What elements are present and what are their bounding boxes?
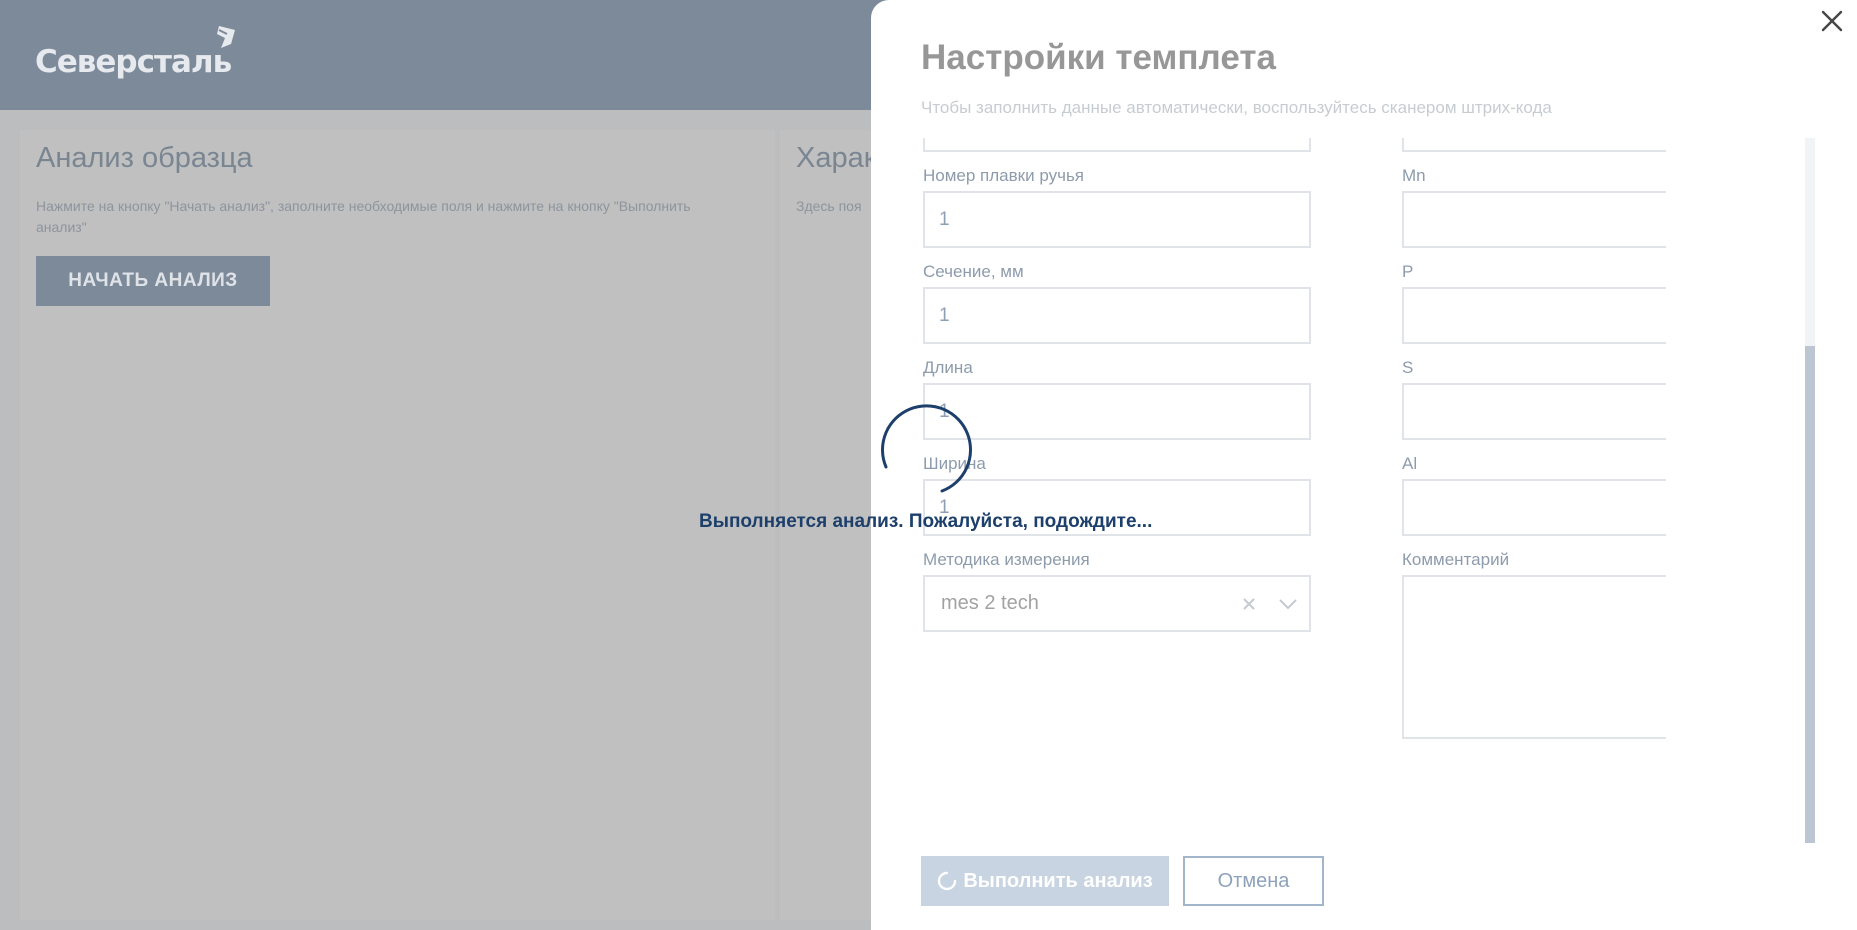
field-label: P xyxy=(1402,262,1414,281)
chevron-down-icon[interactable] xyxy=(1279,597,1297,611)
modal-title: Настройки темплета xyxy=(921,38,1276,77)
run-button-label: Выполнить анализ xyxy=(963,869,1153,892)
s-input[interactable] xyxy=(1402,383,1666,440)
card-title: Харак xyxy=(796,142,877,174)
comment-textarea[interactable] xyxy=(1402,575,1666,739)
melt-number-input[interactable] xyxy=(923,191,1311,248)
card-description: Здесь поя xyxy=(796,198,862,214)
form-field: Al xyxy=(1402,452,1666,536)
al-input[interactable] xyxy=(1402,479,1666,536)
card-title: Анализ образца xyxy=(36,142,253,174)
loading-spinner-icon xyxy=(881,404,972,493)
form-field: Mn xyxy=(1402,164,1666,248)
clear-icon[interactable] xyxy=(1241,596,1257,612)
form-field: Сечение, мм xyxy=(923,260,1311,344)
input-field[interactable] xyxy=(1402,138,1666,152)
mn-input[interactable] xyxy=(1402,191,1666,248)
field-label: Комментарий xyxy=(1402,550,1510,569)
logo-mark-icon xyxy=(217,26,235,48)
loading-spinner-icon xyxy=(938,871,957,891)
close-icon xyxy=(1821,10,1843,32)
modal-subtitle: Чтобы заполнить данные автоматически, во… xyxy=(921,98,1552,117)
sample-analysis-card: Анализ образца Нажмите на кнопку "Начать… xyxy=(20,130,775,920)
field-label: Al xyxy=(1402,454,1418,473)
loading-message: Выполняется анализ. Пожалуйста, подождит… xyxy=(699,511,1153,532)
card-description: Нажмите на кнопку "Начать анализ", запол… xyxy=(36,198,691,235)
scrollbar-thumb[interactable] xyxy=(1805,346,1815,843)
form-field: P xyxy=(1402,260,1666,344)
p-input[interactable] xyxy=(1402,287,1666,344)
cancel-button[interactable]: Отмена xyxy=(1183,856,1324,906)
field-label: Методика измерения xyxy=(923,550,1090,569)
measurement-method-select[interactable]: mes 2 tech xyxy=(923,575,1311,632)
field-label: Длина xyxy=(923,358,973,377)
form-left-column: Номер плавки ручья Сечение, мм Длина Шир… xyxy=(923,138,1311,632)
form-field: S xyxy=(1402,356,1666,440)
scrollbar[interactable] xyxy=(1805,138,1815,843)
field-label: Mn xyxy=(1402,166,1426,185)
start-analysis-button[interactable]: НАЧАТЬ АНАЛИЗ xyxy=(36,256,270,306)
severstal-logo[interactable]: Северсталь xyxy=(35,26,235,80)
form-field: Комментарий xyxy=(1402,548,1666,739)
form-scroll-area[interactable]: Номер плавки ручья Сечение, мм Длина Шир… xyxy=(921,138,1666,843)
select-value: mes 2 tech xyxy=(941,592,1039,614)
run-analysis-button[interactable]: Выполнить анализ xyxy=(921,856,1169,906)
input-field[interactable] xyxy=(923,138,1311,152)
form-field: Номер плавки ручья xyxy=(923,164,1311,248)
field-label: Сечение, мм xyxy=(923,262,1024,281)
close-button[interactable] xyxy=(1819,8,1845,34)
form-field: Методика измерения mes 2 tech xyxy=(923,548,1311,632)
field-label: Номер плавки ручья xyxy=(923,166,1085,185)
field-label: S xyxy=(1402,358,1414,377)
form-right-column: Mn P S Al Комментарий xyxy=(1402,138,1666,739)
template-settings-modal: Настройки темплета Чтобы заполнить данны… xyxy=(871,0,1857,930)
section-input[interactable] xyxy=(923,287,1311,344)
